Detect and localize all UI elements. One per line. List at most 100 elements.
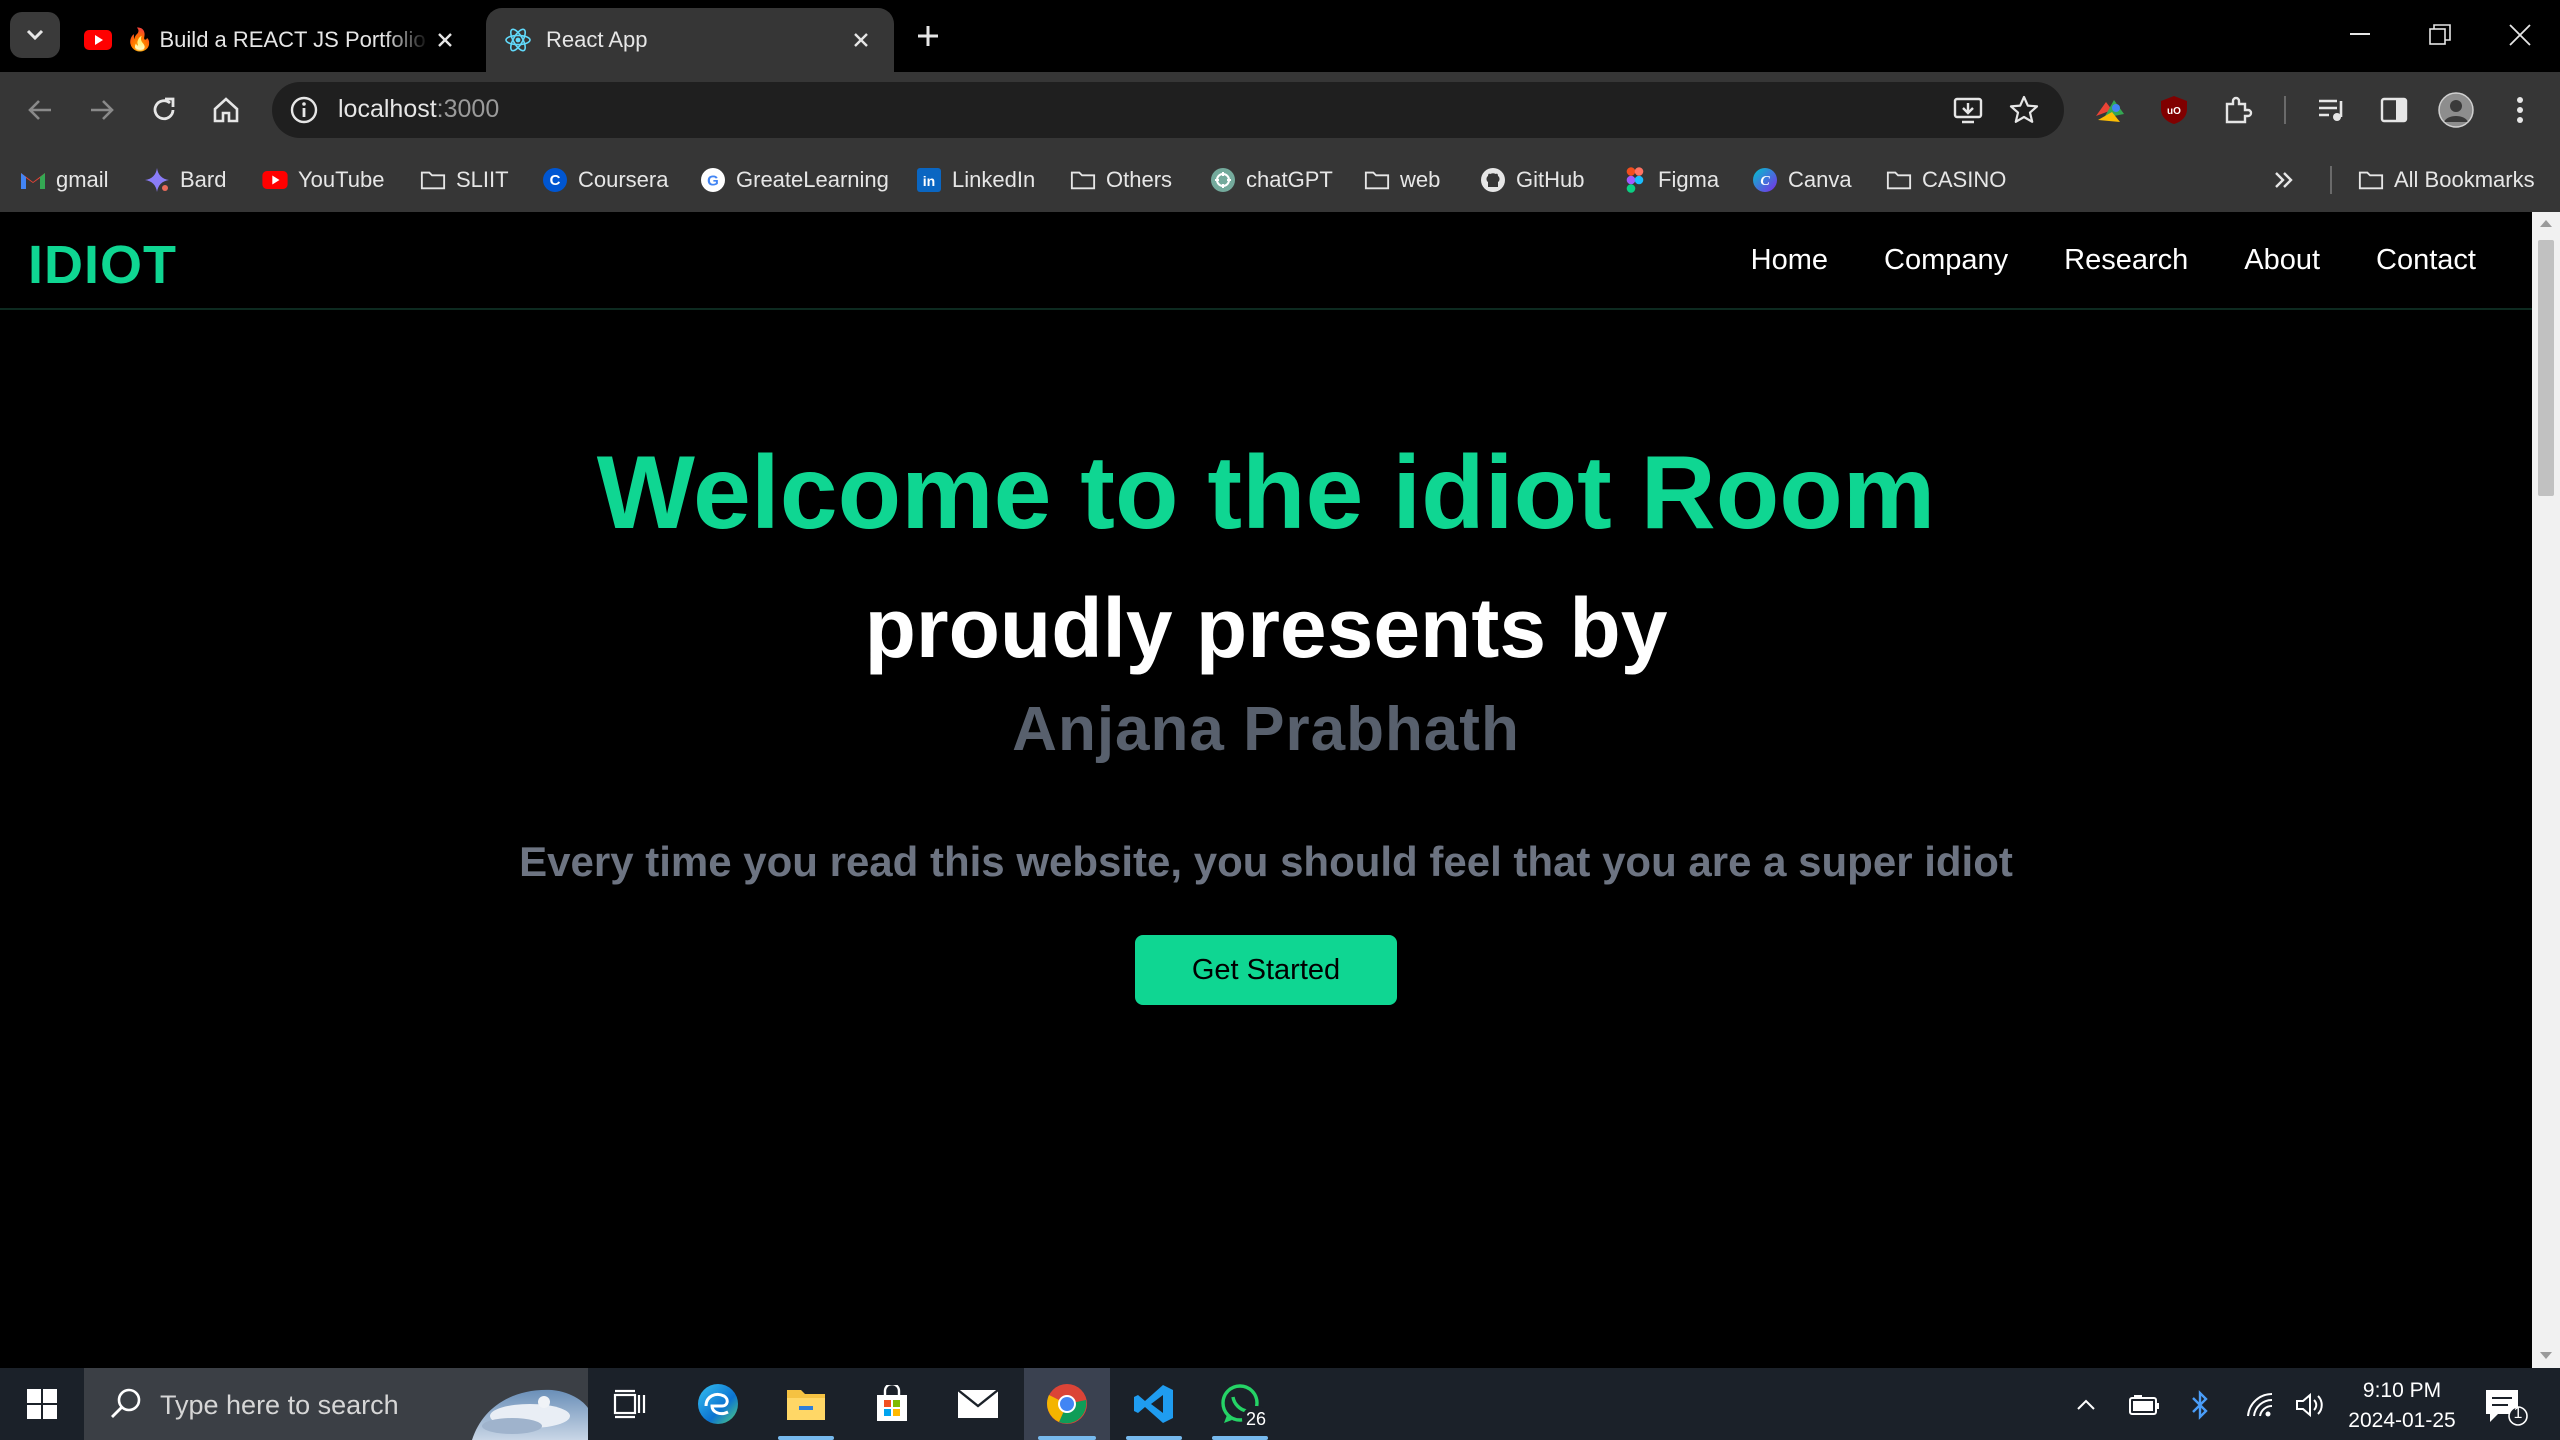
hero-tagline: Every time you read this website, you sh… bbox=[519, 838, 2013, 885]
site-nav: Home Company Research About Contact bbox=[1751, 244, 2476, 277]
battery-button[interactable] bbox=[2128, 1390, 2160, 1420]
show-hidden-icons-button[interactable] bbox=[2070, 1390, 2102, 1420]
svg-text:uO: uO bbox=[2167, 106, 2181, 117]
restore-button[interactable] bbox=[2410, 10, 2470, 60]
bookmark-gmail[interactable]: gmail bbox=[20, 160, 109, 200]
whatsapp-taskbar-button[interactable]: 26 bbox=[1198, 1368, 1282, 1440]
notification-center-button[interactable]: 1 bbox=[2478, 1384, 2528, 1428]
tab-react-app[interactable]: React App bbox=[486, 8, 894, 72]
install-app-icon[interactable] bbox=[1952, 94, 1984, 126]
bookmark-coursera[interactable]: C Coursera bbox=[542, 160, 668, 200]
edge-taskbar-button[interactable] bbox=[676, 1368, 760, 1440]
close-icon[interactable] bbox=[430, 25, 460, 55]
plus-icon bbox=[918, 26, 938, 46]
bookmark-canva[interactable]: C Canva bbox=[1752, 160, 1852, 200]
bookmark-label: gmail bbox=[56, 167, 109, 192]
search-icon bbox=[111, 1388, 141, 1418]
get-started-button[interactable]: Get Started bbox=[1135, 935, 1397, 1005]
media-controls-button[interactable] bbox=[2308, 86, 2356, 134]
address-bar[interactable]: localhost:3000 bbox=[272, 82, 2064, 138]
mail-icon bbox=[957, 1389, 999, 1418]
bookmark-web[interactable]: web bbox=[1364, 160, 1440, 200]
file-explorer-taskbar-button[interactable] bbox=[764, 1368, 848, 1440]
bookmark-chatgpt[interactable]: chatGPT bbox=[1210, 160, 1333, 200]
tab-search-button[interactable] bbox=[10, 12, 60, 58]
home-button[interactable] bbox=[202, 86, 250, 134]
task-view-button[interactable] bbox=[588, 1368, 672, 1440]
svg-text:G: G bbox=[707, 173, 719, 190]
minimize-button[interactable] bbox=[2330, 10, 2390, 60]
nav-home-link[interactable]: Home bbox=[1751, 244, 1828, 277]
canva-icon: C bbox=[1752, 167, 1778, 193]
bookmark-sliit[interactable]: SLIIT bbox=[420, 160, 509, 200]
profile-button[interactable] bbox=[2432, 86, 2480, 134]
star-icon[interactable] bbox=[2008, 94, 2040, 126]
avatar bbox=[2438, 92, 2474, 128]
colorful-extension-icon bbox=[2096, 100, 2124, 122]
bookmark-linkedin[interactable]: in LinkedIn bbox=[916, 160, 1035, 200]
task-view-icon bbox=[613, 1389, 646, 1419]
bookmark-figma[interactable]: Figma bbox=[1622, 160, 1719, 200]
svg-text:in: in bbox=[923, 173, 935, 189]
arrow-right-icon bbox=[91, 100, 114, 120]
page-scrollbar[interactable] bbox=[2532, 212, 2560, 1368]
close-window-button[interactable] bbox=[2490, 10, 2550, 60]
folder-icon bbox=[1364, 167, 1390, 193]
bookmark-label: LinkedIn bbox=[952, 167, 1036, 192]
taskbar-clock[interactable]: 9:10 PM 2024-01-25 bbox=[2332, 1376, 2472, 1436]
bookmark-youtube[interactable]: YouTube bbox=[262, 160, 384, 200]
bookmark-github[interactable]: GitHub bbox=[1480, 160, 1584, 200]
bookmark-others[interactable]: Others bbox=[1070, 160, 1172, 200]
bookmark-bard[interactable]: Bard bbox=[144, 160, 226, 200]
ublock-extension-button[interactable]: uO bbox=[2150, 86, 2198, 134]
side-panel-button[interactable] bbox=[2370, 86, 2418, 134]
tab-youtube[interactable]: 🔥 Build a REACT JS Portfolio Website bbox=[66, 8, 478, 72]
volume-button[interactable] bbox=[2294, 1390, 2326, 1420]
store-taskbar-button[interactable] bbox=[850, 1368, 934, 1440]
forward-button[interactable] bbox=[78, 86, 126, 134]
file-explorer-icon bbox=[787, 1390, 825, 1420]
extension-button[interactable] bbox=[2086, 86, 2134, 134]
bluetooth-button[interactable] bbox=[2184, 1390, 2216, 1420]
nav-about-link[interactable]: About bbox=[2244, 244, 2320, 277]
bookmark-greatlearning[interactable]: G GreateLearning bbox=[700, 160, 889, 200]
tab-strip: 🔥 Build a REACT JS Portfolio Website Rea… bbox=[0, 0, 2560, 72]
nav-contact-link[interactable]: Contact bbox=[2376, 244, 2476, 277]
bookmark-casino[interactable]: CASINO bbox=[1886, 160, 2006, 200]
nav-company-link[interactable]: Company bbox=[1884, 244, 2008, 277]
back-button[interactable] bbox=[16, 86, 64, 134]
folder-icon bbox=[2358, 167, 2384, 193]
mail-taskbar-button[interactable] bbox=[936, 1368, 1020, 1440]
start-button[interactable] bbox=[0, 1368, 84, 1440]
url-text[interactable]: localhost:3000 bbox=[338, 95, 499, 124]
browser-menu-button[interactable] bbox=[2496, 86, 2544, 134]
bookmark-label: Canva bbox=[1788, 167, 1852, 192]
more-bookmarks-button[interactable] bbox=[2274, 160, 2294, 200]
scroll-thumb[interactable] bbox=[2538, 240, 2554, 496]
running-indicator bbox=[1126, 1436, 1182, 1440]
scroll-up-icon[interactable] bbox=[2540, 220, 2552, 227]
vscode-taskbar-button[interactable] bbox=[1112, 1368, 1196, 1440]
gmail-icon bbox=[20, 167, 46, 193]
reload-button[interactable] bbox=[140, 86, 188, 134]
coursera-icon: C bbox=[542, 167, 568, 193]
taskbar-search-box[interactable]: Type here to search bbox=[84, 1368, 588, 1440]
close-icon[interactable] bbox=[846, 25, 876, 55]
github-icon bbox=[1480, 167, 1506, 193]
ublock-icon: uO bbox=[2161, 96, 2187, 124]
site-info-icon[interactable] bbox=[288, 94, 320, 126]
extensions-button[interactable] bbox=[2214, 86, 2262, 134]
network-button[interactable] bbox=[2244, 1390, 2276, 1420]
chatgpt-icon bbox=[1210, 167, 1236, 193]
folder-icon bbox=[1070, 167, 1096, 193]
clock-time: 9:10 PM bbox=[2362, 1379, 2442, 1402]
close-icon bbox=[2509, 24, 2531, 46]
scroll-down-icon[interactable] bbox=[2540, 1352, 2552, 1359]
nav-research-link[interactable]: Research bbox=[2064, 244, 2188, 277]
all-bookmarks-button[interactable]: All Bookmarks bbox=[2358, 160, 2535, 200]
site-logo[interactable]: IDIOT bbox=[28, 234, 177, 296]
chrome-taskbar-button[interactable] bbox=[1024, 1368, 1110, 1440]
site-header: IDIOT Home Company Research About Contac… bbox=[0, 212, 2532, 310]
wifi-icon bbox=[2247, 1392, 2273, 1417]
new-tab-button[interactable] bbox=[908, 16, 948, 56]
